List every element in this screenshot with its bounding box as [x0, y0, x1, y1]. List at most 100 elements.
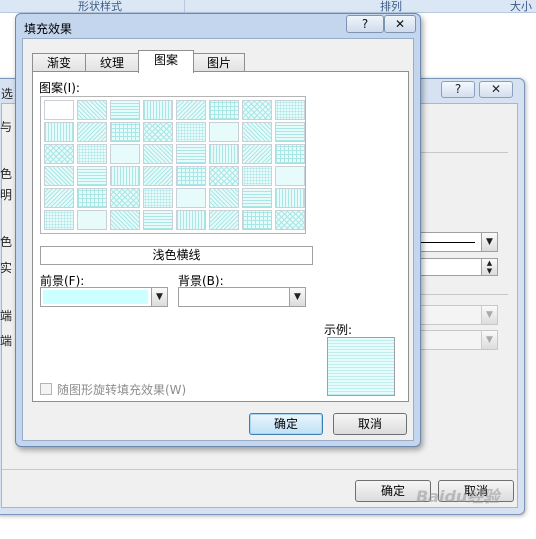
pattern-swatch[interactable] — [44, 122, 74, 142]
bg-label-cut: 端 — [0, 309, 13, 323]
foreground-color-select[interactable]: ▼ — [40, 287, 168, 307]
pattern-swatch[interactable] — [44, 188, 74, 208]
tab-picture[interactable]: 图片 — [193, 53, 245, 72]
pattern-swatch[interactable] — [275, 166, 305, 186]
pattern-swatch[interactable] — [275, 210, 305, 230]
pattern-swatch[interactable] — [209, 144, 239, 164]
pattern-swatch[interactable] — [275, 144, 305, 164]
pattern-swatch[interactable] — [176, 188, 206, 208]
help-button[interactable]: ? — [346, 15, 384, 33]
pattern-swatch[interactable] — [143, 122, 173, 142]
background-dialog-title: 选 — [1, 87, 14, 101]
pattern-swatch[interactable] — [176, 122, 206, 142]
pattern-swatch[interactable] — [110, 122, 140, 142]
pattern-swatch[interactable] — [44, 210, 74, 230]
background-help-button[interactable]: ? — [441, 81, 475, 98]
pattern-swatch[interactable] — [77, 122, 107, 142]
background-color-select[interactable]: ▼ — [178, 287, 306, 307]
background-close-button[interactable]: ✕ — [479, 81, 513, 98]
chevron-down-icon[interactable]: ▼ — [151, 288, 167, 306]
pattern-swatch[interactable] — [77, 188, 107, 208]
pattern-swatch[interactable] — [143, 210, 173, 230]
tab-pattern[interactable]: 图案 — [138, 50, 194, 73]
pattern-swatch[interactable] — [44, 166, 74, 186]
pattern-swatch[interactable] — [275, 188, 305, 208]
pattern-swatch[interactable] — [110, 100, 140, 120]
bg-label-cut: 色 — [0, 167, 13, 181]
pattern-label: 图案(I): — [39, 81, 80, 95]
pattern-swatch[interactable] — [110, 188, 140, 208]
pattern-swatch[interactable] — [143, 144, 173, 164]
separator — [412, 294, 508, 295]
pattern-swatch[interactable] — [176, 210, 206, 230]
pattern-swatch[interactable] — [77, 210, 107, 230]
line-preview — [417, 242, 475, 243]
pattern-swatch[interactable] — [275, 122, 305, 142]
help-icon: ? — [361, 17, 369, 31]
pattern-swatch[interactable] — [242, 166, 272, 186]
chevron-down-icon[interactable]: ▼ — [481, 331, 497, 349]
ribbon-group-size: 大小 — [510, 0, 532, 13]
dialog-title: 填充效果 — [24, 22, 73, 36]
pattern-swatch[interactable] — [176, 100, 206, 120]
line-style-select[interactable]: ▼ — [412, 232, 498, 252]
spin-arrows-icon[interactable]: ▲ ▼ — [481, 259, 497, 275]
ribbon-divider — [184, 0, 200, 12]
pattern-swatch[interactable] — [209, 188, 239, 208]
pattern-swatch[interactable] — [110, 144, 140, 164]
pattern-swatch[interactable] — [209, 100, 239, 120]
pattern-swatch[interactable] — [143, 166, 173, 186]
pattern-tab-pane: 图案(I): 浅色横线 前景(F): ▼ 背景(B): ▼ 示例: 随图形旋转填… — [32, 71, 409, 402]
sample-preview — [327, 337, 395, 396]
cancel-button[interactable]: 取消 — [333, 413, 407, 435]
close-icon: ✕ — [394, 17, 406, 31]
pattern-name-display: 浅色横线 — [40, 246, 313, 265]
tab-texture[interactable]: 纹理 — [85, 53, 139, 72]
ok-button[interactable]: 确定 — [249, 413, 323, 435]
pattern-swatch[interactable] — [242, 100, 272, 120]
pattern-swatch[interactable] — [110, 210, 140, 230]
close-button[interactable]: ✕ — [384, 15, 416, 33]
watermark-logo: Baidu经验 — [416, 487, 500, 506]
bg-label-cut: 与 — [0, 120, 13, 134]
bg-label-cut: 实 — [0, 261, 13, 275]
chevron-down-icon[interactable]: ▼ — [289, 288, 305, 306]
pattern-swatch[interactable] — [209, 166, 239, 186]
pattern-swatch[interactable] — [110, 166, 140, 186]
chevron-down-icon[interactable]: ▼ — [481, 306, 497, 324]
pattern-swatch[interactable] — [143, 188, 173, 208]
pattern-swatch[interactable] — [176, 166, 206, 186]
pattern-swatch[interactable] — [77, 166, 107, 186]
pattern-swatch[interactable] — [44, 144, 74, 164]
ribbon-group-arrange: 排列 — [380, 0, 402, 13]
dialog-body: 渐变 纹理 图案 图片 图案(I): 浅色横线 前景(F): ▼ 背景(B): … — [22, 38, 414, 441]
fill-effects-dialog: 填充效果 ? ✕ 渐变 纹理 图案 图片 图案(I): 浅色横线 前景(F): … — [15, 13, 421, 447]
pattern-swatch[interactable] — [209, 210, 239, 230]
bg-label-cut: 明 — [0, 188, 13, 202]
separator — [412, 152, 508, 153]
tab-gradient[interactable]: 渐变 — [32, 53, 86, 72]
pattern-swatch[interactable] — [44, 100, 74, 120]
pattern-swatch[interactable] — [242, 188, 272, 208]
transparency-spin[interactable]: ▲ ▼ — [412, 258, 498, 276]
pattern-swatch[interactable] — [275, 100, 305, 120]
close-icon: ✕ — [490, 82, 502, 96]
pattern-swatch[interactable] — [242, 144, 272, 164]
end-type-select[interactable]: ▼ — [412, 330, 498, 350]
pattern-swatch[interactable] — [143, 100, 173, 120]
bg-label-cut: 端 — [0, 334, 13, 348]
rotate-checkbox-label: 随图形旋转填充效果(W) — [57, 383, 187, 397]
begin-type-select[interactable]: ▼ — [412, 305, 498, 325]
pattern-swatch[interactable] — [209, 122, 239, 142]
pattern-swatch[interactable] — [242, 122, 272, 142]
ribbon-group-shape-styles: 形状样式 — [78, 0, 122, 13]
pattern-swatch[interactable] — [77, 144, 107, 164]
help-icon: ? — [454, 82, 462, 96]
chevron-down-icon[interactable]: ▼ — [481, 233, 497, 251]
pattern-swatch[interactable] — [242, 210, 272, 230]
foreground-color-swatch — [43, 290, 148, 304]
pattern-swatch[interactable] — [77, 100, 107, 120]
pattern-swatch[interactable] — [176, 144, 206, 164]
rotate-checkbox[interactable] — [40, 383, 52, 395]
bg-label-cut: 色 — [0, 235, 13, 249]
